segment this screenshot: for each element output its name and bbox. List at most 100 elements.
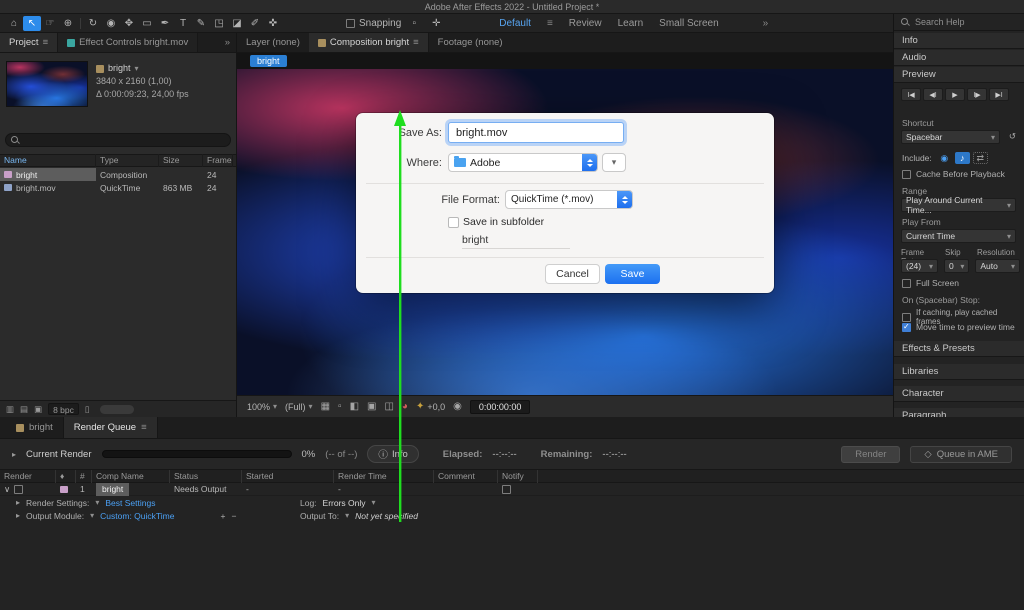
new-folder-icon[interactable]: ▤	[20, 404, 28, 415]
output-module-link[interactable]: Custom: QuickTime	[100, 511, 174, 521]
thumbnail-size-slider[interactable]	[100, 405, 134, 414]
snap-option-a-icon[interactable]: ▫	[405, 16, 423, 31]
render-enable-checkbox[interactable]	[14, 485, 23, 494]
pen-tool-icon[interactable]: ✒	[156, 16, 174, 31]
full-screen-checkbox[interactable]	[902, 279, 911, 288]
save-as-input[interactable]	[448, 122, 624, 143]
pan-behind-tool-icon[interactable]: ✥	[120, 16, 138, 31]
chevron-down-icon[interactable]: ▾	[345, 511, 349, 520]
column-notify-bell-icon[interactable]: ♦	[56, 470, 76, 483]
last-frame-button[interactable]: ▶I	[989, 88, 1009, 101]
workspace-learn[interactable]: Learn	[618, 18, 644, 29]
notify-checkbox[interactable]	[502, 485, 511, 494]
column-started[interactable]: Started	[242, 470, 334, 483]
skip-dropdown[interactable]: 0 ▾	[944, 259, 969, 273]
clone-stamp-tool-icon[interactable]: ◳	[210, 16, 228, 31]
expand-icon[interactable]: ▸	[16, 498, 20, 507]
queue-in-ame-button[interactable]: ◇ Queue in AME	[910, 446, 1012, 463]
home-icon[interactable]: ⌂	[5, 16, 23, 31]
add-output-module-icon[interactable]: +	[220, 511, 225, 521]
tab-composition[interactable]: Composition bright ≡	[309, 33, 429, 52]
range-dropdown[interactable]: Play Around Current Time... ▾	[901, 198, 1016, 212]
panel-audio[interactable]: Audio	[894, 50, 1024, 66]
include-audio-icon[interactable]: ♪	[955, 152, 970, 164]
type-tool-icon[interactable]: T	[174, 16, 192, 31]
column-status[interactable]: Status	[170, 470, 242, 483]
workspace-default[interactable]: Default	[499, 18, 531, 29]
remove-output-module-icon[interactable]: −	[231, 511, 236, 521]
help-search-input[interactable]: Search Help	[894, 14, 1024, 31]
column-comp-name[interactable]: Comp Name	[92, 470, 170, 483]
brush-tool-icon[interactable]: ✎	[192, 16, 210, 31]
workspace-review[interactable]: Review	[569, 18, 602, 29]
cached-frames-checkbox[interactable]	[902, 313, 911, 322]
viewer-timecode[interactable]: 0:00:00:00	[470, 400, 531, 414]
comp-badge[interactable]: bright	[250, 55, 287, 67]
camera-tool-icon[interactable]: ◉	[102, 16, 120, 31]
cache-before-playback-checkbox[interactable]	[902, 170, 911, 179]
render-button[interactable]: Render	[841, 446, 900, 463]
include-video-eye-icon[interactable]: ◉	[937, 152, 952, 164]
include-overlays-icon[interactable]: ⇄	[973, 152, 988, 164]
orbit-tool-icon[interactable]: ↻	[84, 16, 102, 31]
first-frame-button[interactable]: I◀	[901, 88, 921, 101]
project-row-bright[interactable]: bright Composition 24	[0, 168, 236, 181]
region-of-interest-icon[interactable]: ▣	[367, 401, 376, 412]
puppet-pin-tool-icon[interactable]: ✜	[264, 16, 282, 31]
expand-dialog-button[interactable]: ▾	[602, 153, 626, 172]
file-format-dropdown[interactable]: QuickTime (*.mov)	[505, 190, 633, 209]
tab-effect-controls[interactable]: Effect Controls bright.mov	[58, 33, 198, 52]
tab-layer[interactable]: Layer (none)	[237, 33, 309, 52]
resolution-preview-dropdown[interactable]: Auto ▾	[975, 259, 1020, 273]
log-dropdown[interactable]: Errors Only	[323, 498, 366, 508]
chevron-down-icon[interactable]: ▾	[90, 511, 94, 520]
cancel-button[interactable]: Cancel	[545, 264, 600, 284]
tab-render-queue[interactable]: Render Queue ≡	[63, 417, 158, 438]
previous-frame-button[interactable]: ◀I	[923, 88, 943, 101]
workspace-menu-icon[interactable]: ≡	[547, 18, 553, 29]
mask-toggle-icon[interactable]: ◧	[350, 401, 359, 412]
selection-tool-icon[interactable]: ↖	[23, 16, 41, 31]
tab-overflow-icon[interactable]: »	[219, 33, 236, 52]
panel-preview[interactable]: Preview	[894, 67, 1024, 83]
snapshot-icon[interactable]: ◉	[453, 401, 462, 412]
next-frame-button[interactable]: I▶	[967, 88, 987, 101]
hand-tool-icon[interactable]: ☞	[41, 16, 59, 31]
tab-footage[interactable]: Footage (none)	[429, 33, 512, 52]
panel-menu-icon[interactable]: ≡	[141, 422, 147, 433]
save-button[interactable]: Save	[605, 264, 660, 284]
resolution-dropdown[interactable]: (Full) ▾	[285, 402, 313, 412]
trash-icon[interactable]: ▯	[85, 404, 90, 415]
grid-icon[interactable]: ▦	[321, 401, 330, 412]
tab-project[interactable]: Project ≡	[0, 33, 58, 52]
eraser-tool-icon[interactable]: ◪	[228, 16, 246, 31]
snapping-checkbox[interactable]	[346, 19, 355, 28]
column-render-time[interactable]: Render Time	[334, 470, 434, 483]
item-caret-icon[interactable]: ▾	[135, 62, 139, 75]
panel-menu-icon[interactable]: ≡	[43, 37, 49, 48]
render-settings-link[interactable]: Best Settings	[105, 498, 155, 508]
guides-icon[interactable]: ▫	[338, 401, 342, 412]
tab-bright-timeline[interactable]: bright	[6, 417, 63, 438]
workspace-overflow-icon[interactable]: »	[763, 18, 769, 29]
interpret-footage-icon[interactable]: ▥	[6, 404, 14, 415]
collapse-icon[interactable]: ▸	[12, 450, 16, 459]
column-notify[interactable]: Notify	[498, 470, 538, 483]
shape-tool-icon[interactable]: ▭	[138, 16, 156, 31]
roto-brush-tool-icon[interactable]: ✐	[246, 16, 264, 31]
panel-character[interactable]: Character	[894, 386, 1024, 402]
play-from-dropdown[interactable]: Current Time ▾	[901, 229, 1016, 243]
bit-depth-button[interactable]: 8 bpc	[48, 403, 79, 415]
panel-info[interactable]: Info	[894, 33, 1024, 49]
column-size[interactable]: Size	[159, 154, 203, 167]
move-time-checkbox[interactable]	[902, 323, 911, 332]
panel-libraries[interactable]: Libraries	[894, 364, 1024, 380]
play-button[interactable]: ▶	[945, 88, 965, 101]
frame-rate-dropdown[interactable]: (24) ▾	[901, 259, 938, 273]
shortcut-dropdown[interactable]: Spacebar ▾	[901, 130, 1000, 144]
project-search-input[interactable]	[5, 133, 231, 147]
project-item-name[interactable]: bright	[108, 62, 131, 75]
chevron-down-icon[interactable]: ▾	[95, 498, 99, 507]
queue-row-bright[interactable]: ∨ 1 bright Needs Output - -	[0, 483, 1024, 496]
column-render[interactable]: Render	[0, 470, 56, 483]
